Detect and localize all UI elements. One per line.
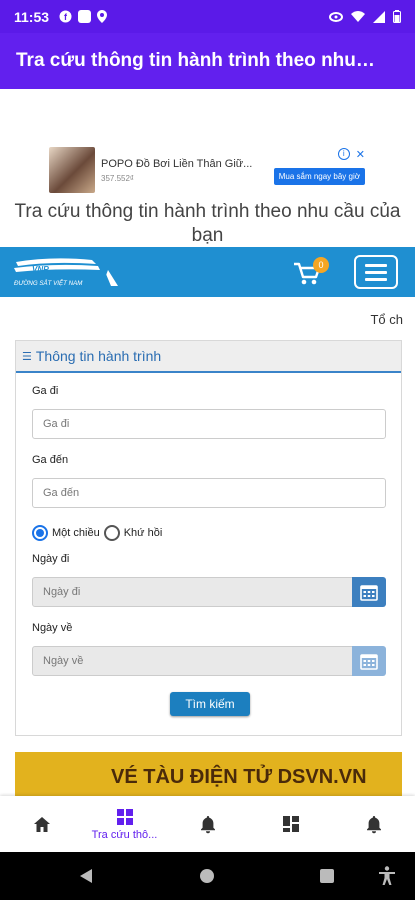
depart-date-input[interactable]: Ngày đi (32, 577, 354, 607)
home-circle-icon[interactable] (199, 868, 215, 884)
trip-type-group: Một chiều Khứ hồi (32, 525, 162, 541)
location-icon (97, 10, 108, 23)
data-saver-icon (329, 11, 343, 22)
banner-text: VÉ TÀU ĐIỆN TỬ DSVN.VN (111, 766, 367, 788)
top-link[interactable]: Tổ ch (370, 312, 403, 327)
departure-input[interactable]: Ga đi (32, 409, 386, 439)
system-navigation-bar (0, 852, 415, 900)
vnr-logo[interactable]: VNR ĐƯỜNG SẮT VIỆT NAM (12, 254, 124, 292)
logo-caption: ĐƯỜNG SẮT VIỆT NAM (14, 279, 83, 287)
nav-label-lookup: Tra cứu thô... (91, 828, 158, 841)
back-icon[interactable] (78, 868, 94, 884)
depart-date-label: Ngày đi (32, 553, 70, 565)
wifi-icon (351, 10, 365, 22)
nav-item-home[interactable] (0, 796, 83, 852)
return-calendar-button[interactable] (352, 646, 386, 676)
app-notification-icon (78, 10, 92, 23)
status-time: 11:53 (14, 8, 50, 25)
site-header: VNR ĐƯỜNG SẮT VIỆT NAM 0 (0, 247, 415, 297)
menu-button[interactable] (354, 255, 398, 289)
one-way-radio[interactable] (32, 525, 48, 541)
app-notification-icon: f (59, 10, 72, 23)
ad-info-icon[interactable]: i (337, 148, 350, 160)
ad-banner[interactable]: POPO Đồ Bơi Liền Thân Giữ... 357.552₫ i … (49, 146, 369, 194)
nav-item-notifications[interactable] (166, 796, 249, 852)
hamburger-icon (365, 270, 387, 274)
grid-icon (116, 808, 133, 825)
one-way-label[interactable]: Một chiều (52, 527, 100, 539)
cart-count-badge: 0 (313, 257, 329, 273)
nav-item-dashboard[interactable] (249, 796, 332, 852)
nav-item-lookup[interactable]: Tra cứu thô... (83, 796, 166, 852)
panel-header: ☰ Thông tin hành trình (16, 341, 401, 373)
nav-item-alerts[interactable] (332, 796, 415, 852)
calendar-icon (360, 585, 378, 601)
departure-label: Ga đi (32, 385, 59, 397)
accessibility-icon[interactable] (378, 866, 396, 886)
bottom-navigation: Tra cứu thô... (0, 796, 415, 852)
app-bar-title: Tra cứu thông tin hành trình theo nhu… (16, 50, 375, 71)
list-icon: ☰ (22, 350, 32, 363)
arrival-input[interactable]: Ga đến (32, 478, 386, 508)
hamburger-icon (365, 263, 387, 267)
panel-title: Thông tin hành trình (35, 348, 162, 364)
ad-cta-button[interactable]: Mua sắm ngay bây giờ (273, 168, 365, 185)
search-button[interactable]: Tìm kiếm (170, 692, 250, 716)
dashboard-icon (282, 816, 299, 832)
return-date-input[interactable]: Ngày về (32, 646, 354, 676)
arrival-label: Ga đến (32, 454, 69, 466)
promo-banner[interactable]: VÉ TÀU ĐIỆN TỬ DSVN.VN (15, 752, 402, 796)
return-date-label: Ngày về (32, 622, 73, 634)
status-bar: 11:53 f (0, 0, 415, 33)
ad-title[interactable]: POPO Đồ Bơi Liền Thân Giữ... (101, 158, 261, 170)
app-bar: Tra cứu thông tin hành trình theo nhu… (0, 33, 415, 89)
home-icon (33, 816, 50, 832)
bell-icon (366, 815, 381, 833)
round-trip-radio[interactable] (103, 525, 120, 541)
logo-text: VNR (32, 265, 49, 274)
calendar-icon (360, 654, 378, 670)
ad-close-icon[interactable]: ✕ (356, 148, 365, 161)
round-trip-label[interactable]: Khứ hồi (124, 527, 163, 539)
journey-info-panel: ☰ Thông tin hành trình Ga đi Ga đi Ga đế… (15, 340, 402, 736)
recents-icon[interactable] (320, 869, 334, 883)
page-title: Tra cứu thông tin hành trình theo nhu cầ… (14, 201, 401, 246)
bell-icon (200, 815, 215, 833)
ad-product-image[interactable] (49, 147, 95, 193)
depart-calendar-button[interactable] (352, 577, 386, 607)
battery-icon (393, 10, 401, 23)
hamburger-icon (365, 277, 387, 281)
ad-price: 357.552₫ (101, 173, 135, 183)
signal-icon (373, 10, 385, 23)
